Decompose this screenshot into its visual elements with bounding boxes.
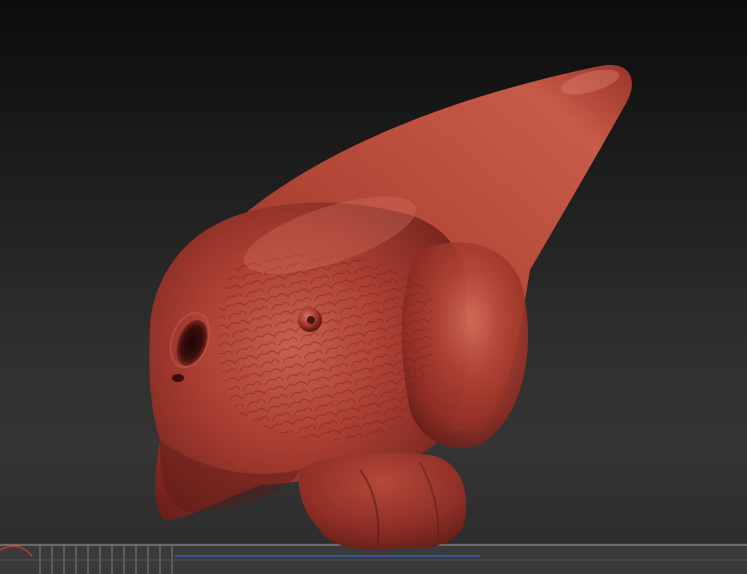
sculpt-viewport[interactable] bbox=[0, 0, 747, 574]
sculpt-canvas[interactable] bbox=[0, 0, 747, 574]
eye-nub-pit bbox=[307, 316, 315, 324]
nostril bbox=[172, 374, 184, 382]
skin-texture bbox=[218, 252, 434, 441]
model-jaw bbox=[298, 453, 467, 550]
